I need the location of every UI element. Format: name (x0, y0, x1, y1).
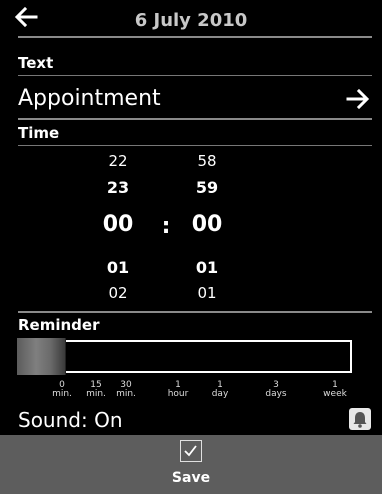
hour-picker[interactable]: 22 23 00 01 (88, 148, 148, 280)
minute-picker[interactable]: 58 59 00 01 (177, 148, 237, 280)
tick-1-day: 1 day (200, 381, 240, 399)
tick-1-week: 1 week (315, 381, 355, 399)
tick-1-hour: 1 hour (158, 381, 198, 399)
hour-next-2[interactable]: 02 (88, 284, 148, 302)
save-button[interactable]: Save (0, 470, 382, 486)
tick-unit: day (211, 389, 229, 399)
reminder-slider-thumb[interactable] (17, 338, 66, 375)
minute-next-1[interactable]: 01 (177, 258, 237, 277)
hour-next-1[interactable]: 01 (88, 258, 148, 277)
minute-prev-1[interactable]: 59 (177, 178, 237, 197)
header-title: 6 July 2010 (134, 10, 248, 31)
tick-unit: hour (167, 389, 189, 399)
text-section-divider (18, 118, 372, 120)
tick-unit: min. (116, 389, 136, 399)
hour-prev-2[interactable]: 22 (88, 152, 148, 170)
minute-selected[interactable]: 00 (177, 212, 237, 237)
header-divider (18, 36, 372, 38)
minute-next-2[interactable]: 01 (177, 284, 237, 302)
tick-30-min: 30 min. (106, 381, 146, 399)
minute-prev-2[interactable]: 58 (177, 152, 237, 170)
tick-3-days: 3 days (256, 381, 296, 399)
hour-prev-1[interactable]: 23 (88, 178, 148, 197)
time-section-divider (18, 311, 372, 313)
time-separator: : (161, 214, 171, 239)
time-section-label: Time (18, 124, 60, 142)
text-section-label: Text (18, 54, 54, 72)
reminder-section-label: Reminder (18, 316, 100, 334)
appointment-text-field[interactable]: Appointment (18, 86, 161, 111)
forward-arrow-icon[interactable] (346, 88, 370, 110)
time-label-divider (18, 145, 372, 146)
checkbox-icon[interactable] (180, 440, 202, 462)
reminder-slider[interactable] (19, 340, 352, 373)
tick-unit: week (323, 389, 347, 399)
hour-selected[interactable]: 00 (88, 212, 148, 237)
sound-setting-label[interactable]: Sound: On (18, 408, 123, 432)
text-label-divider (18, 75, 372, 76)
bell-icon[interactable] (349, 408, 371, 430)
tick-unit: days (265, 389, 287, 399)
